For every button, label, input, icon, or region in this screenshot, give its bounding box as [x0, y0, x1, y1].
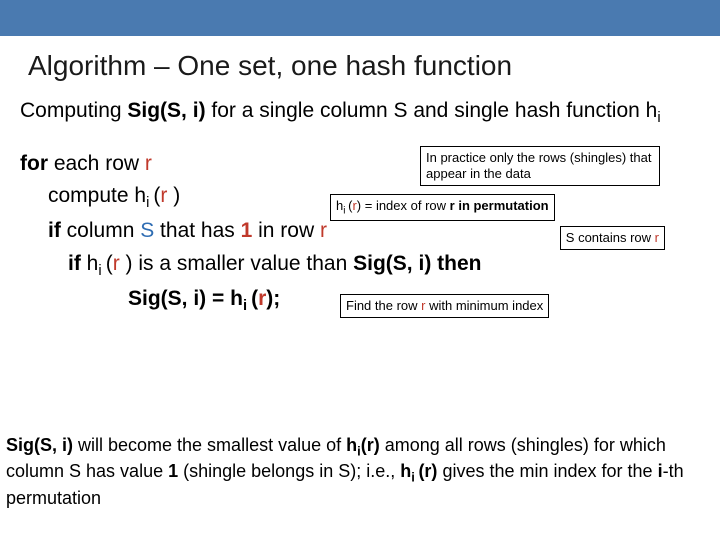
- l2d: ): [173, 184, 180, 207]
- intro-rest: for a single column S and single hash fu…: [206, 99, 658, 122]
- f-t9: (r): [418, 461, 437, 481]
- n3a: S contains row: [566, 230, 655, 245]
- kw-if1: if: [48, 219, 67, 242]
- algorithm-block: In practice only the rows (shingles) tha…: [0, 128, 720, 318]
- f-t6: 1: [168, 461, 178, 481]
- l1c: r: [145, 152, 152, 175]
- algo-line-4: if hi (r ) is a smaller value than Sig(S…: [20, 248, 700, 283]
- note-s-contains: S contains row r: [560, 226, 665, 250]
- l4c: (: [106, 252, 113, 275]
- n4c: with minimum index: [426, 298, 544, 313]
- l4f: Sig(S, i) then: [353, 252, 481, 275]
- slide-title: Algorithm – One set, one hash function: [0, 36, 720, 92]
- l2a: compute h: [48, 184, 146, 207]
- f-t3: h: [346, 435, 357, 455]
- l3g: r: [320, 219, 327, 242]
- f-t8: h: [400, 461, 411, 481]
- note-rows-shingles: In practice only the rows (shingles) tha…: [420, 146, 660, 187]
- header-bar: [0, 0, 720, 36]
- n2d: ) = index of row: [357, 198, 450, 213]
- n4a: Find the row: [346, 298, 421, 313]
- l3b: column: [67, 219, 141, 242]
- l5sub: i: [243, 298, 251, 314]
- l4d: r: [113, 252, 126, 275]
- footer-text: Sig(S, i) will become the smallest value…: [0, 434, 720, 510]
- l1b: each row: [54, 152, 145, 175]
- l4b: h: [87, 252, 99, 275]
- intro-sub: i: [657, 110, 660, 126]
- l3d: that has: [154, 219, 240, 242]
- l4e: ) is a smaller value than: [126, 252, 354, 275]
- l2c: r: [160, 184, 173, 207]
- kw-if2: if: [68, 252, 87, 275]
- n2f: in permutation: [455, 198, 549, 213]
- l4sub: i: [98, 263, 105, 279]
- intro-prefix: Computing: [20, 99, 127, 122]
- note-index-permutation: hi (r) = index of row r in permutation: [330, 194, 555, 222]
- l3e: 1: [241, 219, 253, 242]
- f-t2: will become the smallest value of: [73, 435, 346, 455]
- f-t4: (r): [361, 435, 380, 455]
- intro-sig: Sig(S, i): [127, 99, 205, 122]
- l5a: Sig(S, i) = h: [128, 287, 243, 310]
- f-t7: (shingle belongs in S); i.e.,: [178, 461, 400, 481]
- n3b: r: [655, 230, 659, 245]
- l5d: );: [266, 287, 280, 310]
- f-t1: Sig(S, i): [6, 435, 73, 455]
- l3c: S: [140, 219, 154, 242]
- l3f: in row: [252, 219, 320, 242]
- f-t10: gives the min index for the: [437, 461, 657, 481]
- note-min-index: Find the row r with minimum index: [340, 294, 549, 318]
- kw-for: for: [20, 152, 54, 175]
- intro-text: Computing Sig(S, i) for a single column …: [0, 92, 720, 128]
